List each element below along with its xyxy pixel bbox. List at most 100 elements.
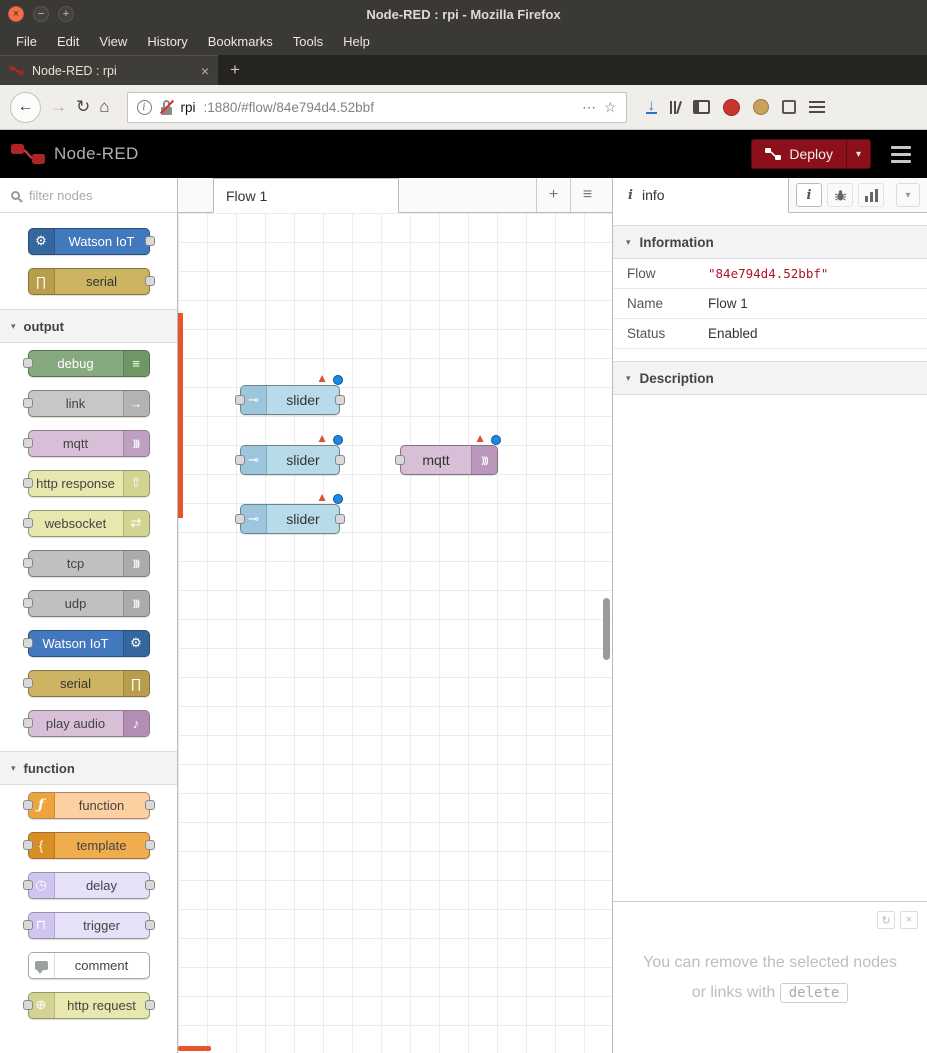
input-port[interactable] [22,678,33,688]
flow-node-slider[interactable]: ⊸ slider ▲ [235,432,345,475]
menu-item-edit[interactable]: Edit [47,30,89,53]
palette-node-trigger[interactable]: ⊓ trigger [22,911,155,939]
section-description[interactable]: ▾ Description [613,361,927,395]
tip-close-icon[interactable]: × [900,911,918,929]
flow-tab[interactable]: Flow 1 [213,178,399,213]
tab-dashboard-button[interactable] [858,183,884,207]
insecure-lock-icon[interactable] [159,99,174,115]
page-actions-icon[interactable]: ⋯ [582,99,596,116]
palette-node-websocket[interactable]: websocket ⇄ [22,509,150,537]
palette-category-function[interactable]: ▾ function [0,751,177,785]
menu-item-bookmarks[interactable]: Bookmarks [198,30,283,53]
reload-button[interactable]: ↻ [76,97,90,117]
palette-node-function[interactable]: ƒ function [22,791,155,819]
tab-debug-button[interactable] [827,183,853,207]
window-minimize-button[interactable]: − [33,6,49,22]
palette-node-udp[interactable]: udp))) [22,589,150,617]
output-port[interactable] [144,1000,155,1010]
input-port[interactable] [395,455,405,465]
library-icon[interactable] [670,100,682,114]
palette-node-delay[interactable]: ◷ delay [22,871,155,899]
palette-node-debug[interactable]: debug ≡ [22,349,150,377]
input-port[interactable] [22,478,33,488]
sidebar-menu-button[interactable]: ▾ [896,183,920,207]
home-button[interactable]: ⌂ [99,97,109,117]
flow-node-mqtt[interactable]: mqtt))) ▲ [395,432,501,475]
output-port[interactable] [144,276,155,286]
tab-close-icon[interactable]: × [201,63,209,79]
menu-item-history[interactable]: History [137,30,197,53]
palette-node-tcp[interactable]: tcp))) [22,549,150,577]
palette-scrollbar-thumb[interactable] [178,313,183,518]
palette-node-link[interactable]: link → [22,389,150,417]
palette-node-template[interactable]: {template [22,831,155,859]
input-port[interactable] [22,1000,33,1010]
bookmark-star-icon[interactable]: ☆ [604,99,617,116]
downloads-icon[interactable]: ↓ [645,98,658,114]
palette-node-play-audio[interactable]: play audio ♪ [22,709,150,737]
back-button[interactable]: ← [10,91,41,123]
menu-item-file[interactable]: File [6,30,47,53]
palette-node-mqtt[interactable]: mqtt))) [22,429,150,457]
url-bar[interactable]: i rpi:1880/#flow/84e794d4.52bbf ⋯ ☆ [126,91,627,123]
menu-item-view[interactable]: View [89,30,137,53]
palette-category-output[interactable]: ▾ output [0,309,177,343]
input-port[interactable] [22,398,33,408]
output-port[interactable] [144,920,155,930]
tab-info-button[interactable]: i [796,183,822,207]
flow-node-slider[interactable]: ⊸ slider ▲ [235,491,345,534]
new-tab-button[interactable]: + [218,55,252,85]
input-port[interactable] [235,395,245,405]
palette-node-serial[interactable]: serial ∏ [22,669,150,697]
palette-node-http-request[interactable]: ⊕ http request [22,991,155,1019]
input-port[interactable] [22,718,33,728]
tab-info[interactable]: i info [613,178,789,213]
output-port[interactable] [335,395,345,405]
palette-scroll-area[interactable]: ⚙ Watson IoT ∏ serial ▾ output debug ≡ link → mqtt… [0,213,177,1053]
menu-item-tools[interactable]: Tools [283,30,333,53]
adblock-icon[interactable] [723,98,741,116]
input-port[interactable] [22,880,33,890]
output-port[interactable] [144,840,155,850]
browser-tab[interactable]: Node-RED : rpi × [0,55,218,85]
main-menu-icon[interactable] [891,145,911,163]
input-port[interactable] [22,920,33,930]
browser-menu-icon[interactable] [809,101,826,113]
site-info-icon[interactable]: i [136,99,152,115]
sidebar-toggle-icon[interactable] [693,100,711,114]
output-port[interactable] [144,800,155,810]
section-information[interactable]: ▾ Information [613,225,927,259]
input-port[interactable] [22,438,33,448]
palette-node-watson-iot[interactable]: ⚙ Watson IoT [27,227,155,255]
bookmarks-panel-icon[interactable] [782,100,797,114]
input-port[interactable] [235,514,245,524]
deploy-button[interactable]: Deploy [752,140,846,168]
output-port[interactable] [335,455,345,465]
window-close-button[interactable]: × [8,6,24,22]
output-port[interactable] [144,880,155,890]
output-port[interactable] [335,514,345,524]
input-port[interactable] [22,800,33,810]
tip-refresh-icon[interactable]: ↻ [877,911,895,929]
flow-canvas[interactable]: ⊸ slider ▲ ⊸ slider ▲ ⊸ slider ▲ mqtt))) ▲ [178,213,612,1053]
input-port[interactable] [22,558,33,568]
input-port[interactable] [22,598,33,608]
flow-list-button[interactable]: ≡ [570,178,604,212]
canvas-vscrollbar-thumb[interactable] [603,598,610,660]
deploy-options-button[interactable]: ▾ [845,140,870,168]
flow-node-slider[interactable]: ⊸ slider ▲ [235,372,345,415]
output-port[interactable] [144,236,155,246]
palette-node-http-response[interactable]: http response ⇧ [22,469,150,497]
input-port[interactable] [235,455,245,465]
palette-node-watson-iot[interactable]: Watson IoT ⚙ [22,629,150,657]
add-flow-button[interactable]: + [536,178,570,212]
menu-item-help[interactable]: Help [333,30,380,53]
window-maximize-button[interactable]: + [58,6,74,22]
input-port[interactable] [22,518,33,528]
canvas-hscrollbar-thumb[interactable] [178,1046,211,1051]
forward-button[interactable]: → [50,97,67,117]
input-port[interactable] [22,840,33,850]
input-port[interactable] [22,358,33,368]
input-port[interactable] [22,638,33,648]
palette-node-comment[interactable]: comment [27,951,150,979]
